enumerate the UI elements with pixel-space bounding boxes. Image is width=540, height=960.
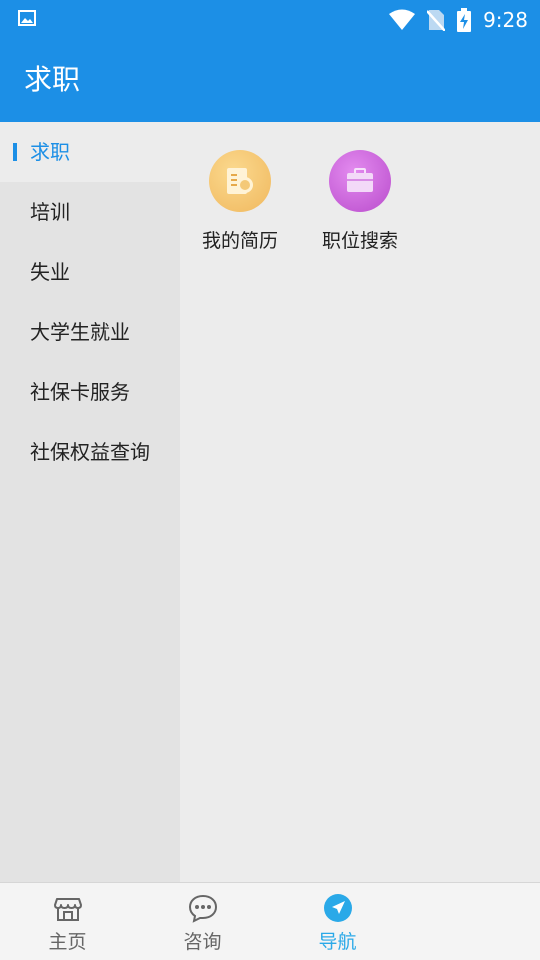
sidebar-item-social-rights-query[interactable]: 社保权益查询: [0, 422, 180, 482]
job-search-button[interactable]: 职位搜索: [300, 150, 420, 253]
content-panel: 我的简历 职位搜索: [180, 122, 540, 882]
sidebar-item-label: 社保权益查询: [30, 440, 150, 464]
battery-charging-icon: [457, 8, 472, 32]
sidebar-item-social-card-service[interactable]: 社保卡服务: [0, 362, 180, 422]
sidebar-item-unemployment[interactable]: 失业: [0, 242, 180, 302]
status-bar: 9:28: [0, 0, 540, 40]
tab-navigation[interactable]: 导航: [270, 883, 405, 960]
sidebar-item-label: 失业: [30, 260, 70, 284]
wifi-icon: [389, 9, 416, 30]
sidebar-item-job-seeking[interactable]: 求职: [0, 122, 180, 182]
my-resume-button[interactable]: 我的简历: [180, 150, 300, 253]
tab-consult[interactable]: 咨询: [135, 883, 270, 960]
resume-icon: [209, 150, 271, 212]
chat-icon: [188, 894, 217, 923]
bottom-tab-bar: 主页 咨询 导航: [0, 882, 540, 960]
tab-label: 主页: [48, 931, 87, 953]
tab-label: 咨询: [183, 931, 222, 953]
store-icon: [53, 898, 82, 921]
sidebar-item-label: 大学生就业: [30, 320, 130, 344]
page-title: 求职: [24, 63, 81, 96]
app-bar: 求职: [0, 40, 540, 122]
navigation-icon: [323, 894, 352, 922]
no-sim-icon: [427, 10, 446, 31]
tab-home[interactable]: 主页: [0, 883, 135, 960]
briefcase-icon: [329, 150, 391, 212]
tile-label: 我的简历: [201, 230, 278, 252]
tile-label: 职位搜索: [321, 230, 398, 252]
sidebar-item-label: 培训: [30, 200, 70, 224]
sidebar-item-label: 求职: [30, 140, 70, 164]
sidebar: 求职 培训 失业 大学生就业 社保卡服务 社保权益查询: [0, 122, 180, 882]
tab-label: 导航: [318, 931, 357, 953]
sidebar-item-graduate-employment[interactable]: 大学生就业: [0, 302, 180, 362]
sidebar-item-training[interactable]: 培训: [0, 182, 180, 242]
active-indicator: [13, 143, 17, 161]
status-time: 9:28: [483, 8, 528, 32]
sidebar-item-label: 社保卡服务: [30, 380, 130, 404]
image-icon: [18, 10, 36, 26]
